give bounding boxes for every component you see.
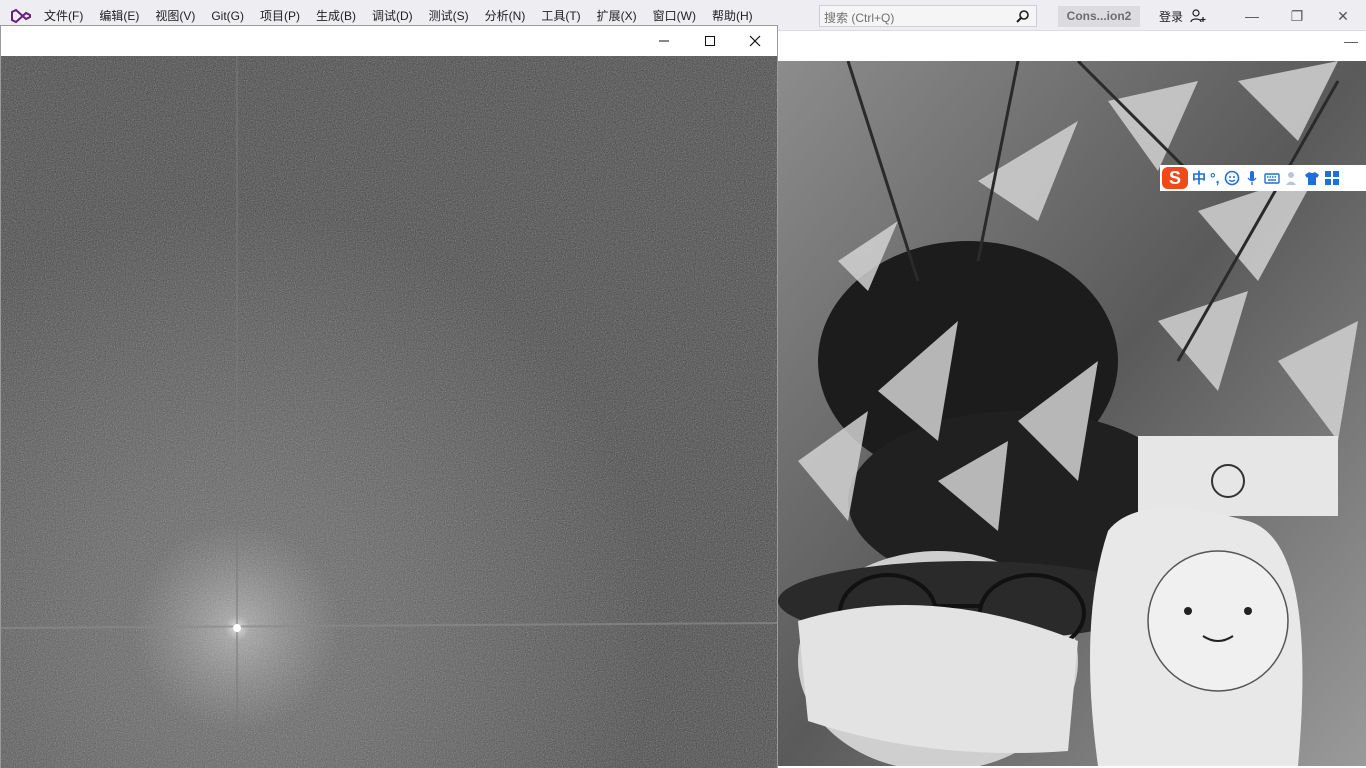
vs-restore-icon[interactable]: ❐ [1282, 6, 1312, 26]
menu-file[interactable]: 文件(F) [36, 5, 91, 27]
menu-git[interactable]: Git(G) [203, 5, 252, 27]
add-user-icon[interactable] [1190, 8, 1206, 24]
menu-edit[interactable]: 编辑(E) [91, 5, 147, 27]
spectrum-window-titlebar[interactable] [1, 26, 777, 56]
spectrum-noise-graphic [1, 56, 777, 768]
minimize-icon [659, 40, 669, 42]
menu-debug[interactable]: 调试(D) [364, 5, 421, 27]
ime-punctuation-toggle[interactable]: °, [1210, 170, 1220, 186]
sogou-logo-icon[interactable]: S [1162, 167, 1188, 189]
menu-view[interactable]: 视图(V) [147, 5, 203, 27]
minimize-button[interactable] [641, 26, 687, 56]
maximize-icon [705, 36, 715, 46]
vs-minimize-icon[interactable]: — [1237, 6, 1267, 26]
user-assist-icon[interactable] [1284, 170, 1300, 186]
menu-project[interactable]: 项目(P) [252, 5, 308, 27]
vs-document-strip: — [777, 31, 1366, 61]
solution-name-badge[interactable]: Cons...ion2 [1058, 6, 1140, 27]
keyboard-icon[interactable] [1263, 170, 1280, 186]
menu-test[interactable]: 测试(S) [421, 5, 477, 27]
close-icon [749, 35, 761, 47]
fourier-spectrum-image [1, 56, 777, 768]
search-input[interactable]: 搜索 (Ctrl+Q) [819, 5, 1037, 27]
spectrum-window [0, 25, 778, 768]
menu-build[interactable]: 生成(B) [308, 5, 364, 27]
skin-shirt-icon[interactable] [1304, 170, 1320, 186]
vs-close-icon[interactable]: ✕ [1328, 6, 1358, 26]
panel-minimize-icon[interactable]: — [1344, 33, 1358, 49]
ime-toolbar[interactable]: S 中 °, [1160, 165, 1366, 191]
menu-window[interactable]: 窗口(W) [645, 5, 704, 27]
menu-help[interactable]: 帮助(H) [704, 5, 761, 27]
menu-tools[interactable]: 工具(T) [533, 5, 588, 27]
visual-studio-logo-icon[interactable] [10, 6, 32, 26]
emoji-icon[interactable] [1224, 170, 1240, 186]
microphone-icon[interactable] [1244, 170, 1260, 186]
ime-mode-toggle[interactable]: 中 [1192, 168, 1206, 188]
menu-extensions[interactable]: 扩展(X) [589, 5, 645, 27]
maximize-button[interactable] [687, 26, 733, 56]
menu-analyze[interactable]: 分析(N) [477, 5, 534, 27]
search-icon [1016, 10, 1029, 23]
toolbox-grid-icon[interactable] [1324, 170, 1340, 186]
close-button[interactable] [732, 26, 778, 56]
login-link[interactable]: 登录 [1159, 8, 1183, 25]
search-placeholder: 搜索 (Ctrl+Q) [824, 11, 895, 25]
